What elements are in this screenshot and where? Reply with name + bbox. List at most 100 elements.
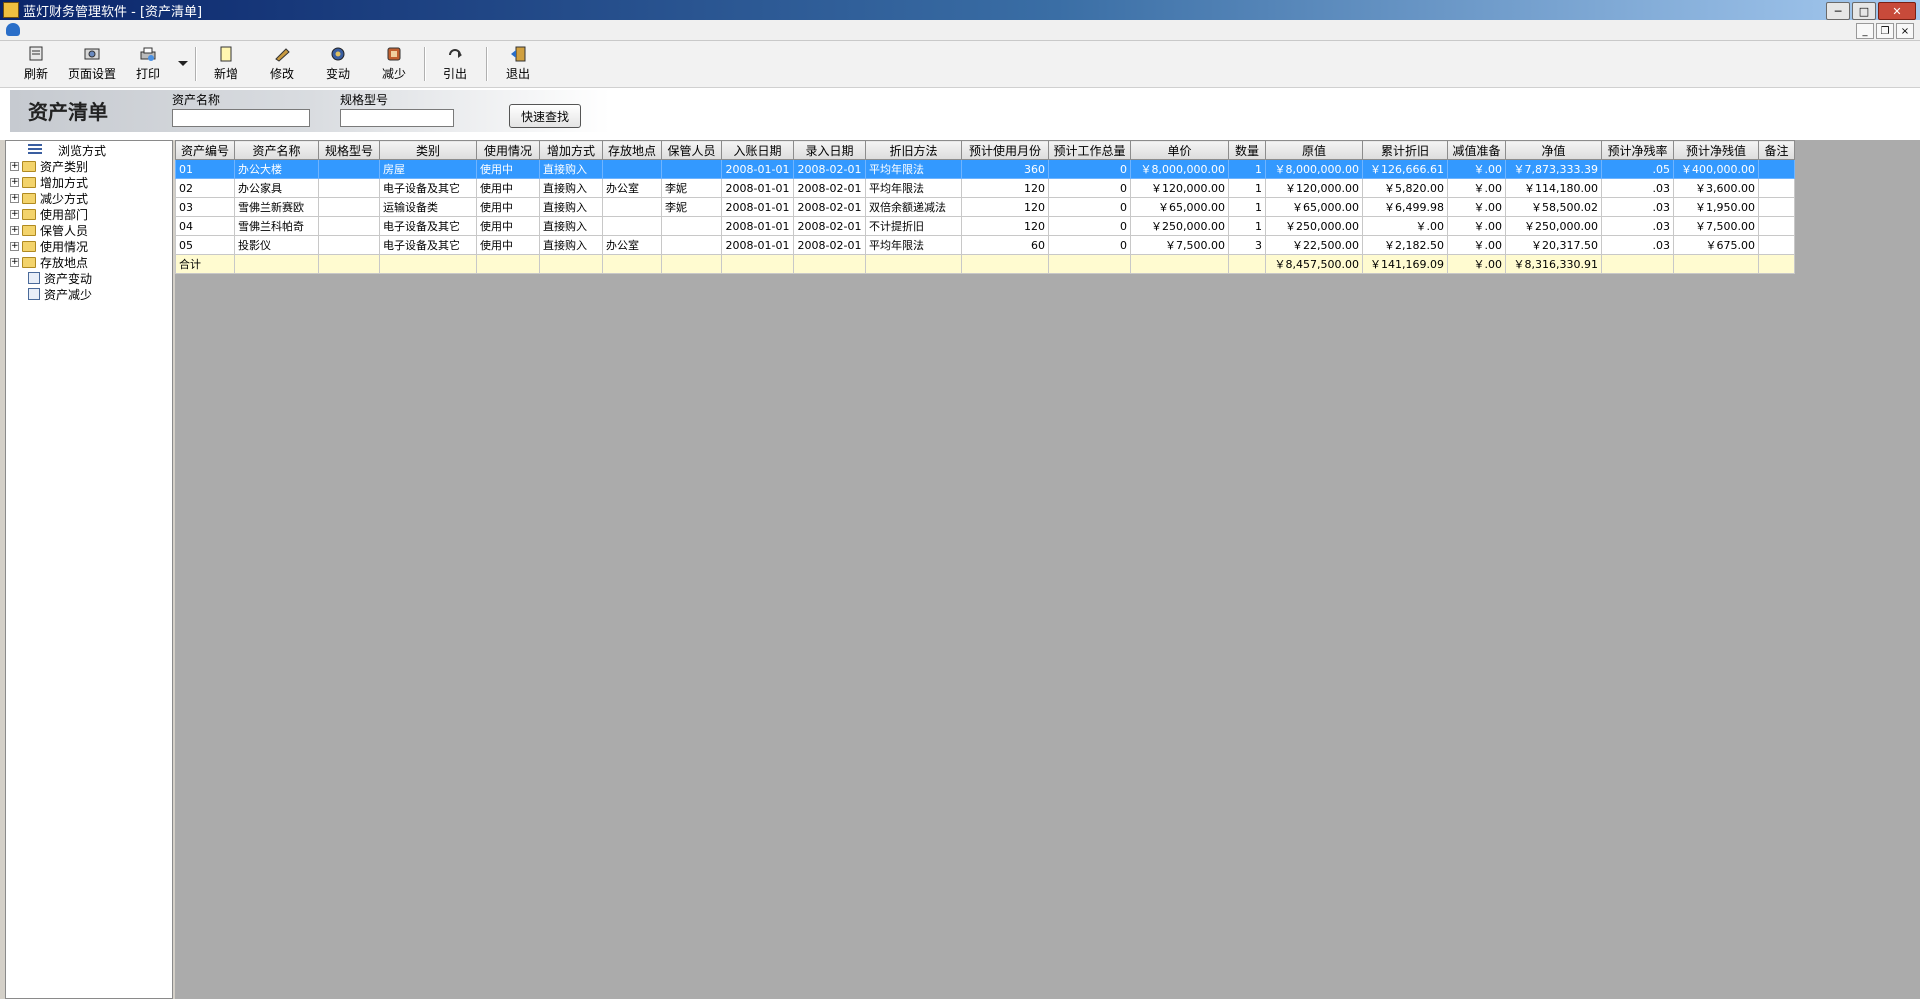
table-cell[interactable]: ￥250,000.00 xyxy=(1130,216,1229,236)
table-cell[interactable]: 办公室 xyxy=(602,235,662,255)
table-cell[interactable]: ￥7,500.00 xyxy=(1673,216,1759,236)
table-cell[interactable]: 2008-01-01 xyxy=(721,197,794,217)
table-cell[interactable]: 0 xyxy=(1048,159,1131,179)
tree-root[interactable]: 浏览方式 xyxy=(6,142,106,158)
column-header[interactable]: 减值准备 xyxy=(1447,140,1506,160)
table-cell[interactable]: ￥675.00 xyxy=(1673,235,1759,255)
table-cell[interactable]: ￥.00 xyxy=(1447,178,1506,198)
table-cell[interactable] xyxy=(602,197,662,217)
minimize-button[interactable]: ─ xyxy=(1826,2,1850,20)
column-header[interactable]: 类别 xyxy=(379,140,477,160)
table-cell[interactable]: 360 xyxy=(961,159,1049,179)
table-cell[interactable]: ￥114,180.00 xyxy=(1505,178,1602,198)
table-cell[interactable]: 直接购入 xyxy=(539,235,603,255)
expand-icon[interactable]: + xyxy=(10,177,19,187)
table-cell[interactable] xyxy=(318,197,380,217)
tree-folder-item[interactable]: + 存放地点 xyxy=(6,254,88,270)
expand-icon[interactable]: + xyxy=(10,193,19,203)
table-cell[interactable] xyxy=(1758,216,1795,236)
table-cell[interactable]: 办公大楼 xyxy=(234,159,319,179)
table-cell[interactable]: 0 xyxy=(1048,235,1131,255)
table-cell[interactable] xyxy=(318,159,380,179)
table-cell[interactable]: ￥3,600.00 xyxy=(1673,178,1759,198)
asset-name-input[interactable] xyxy=(172,109,310,127)
column-header[interactable]: 数量 xyxy=(1228,140,1266,160)
add-button[interactable]: 新增 xyxy=(198,46,254,84)
tree-folder-item[interactable]: + 使用情况 xyxy=(6,238,88,254)
column-header[interactable]: 备注 xyxy=(1758,140,1795,160)
column-header[interactable]: 入账日期 xyxy=(721,140,794,160)
table-cell[interactable]: .03 xyxy=(1601,235,1674,255)
table-cell[interactable]: ￥.00 xyxy=(1447,197,1506,217)
table-cell[interactable] xyxy=(661,235,722,255)
column-header[interactable]: 预计使用月份 xyxy=(961,140,1049,160)
expand-icon[interactable]: + xyxy=(10,241,19,251)
table-cell[interactable]: 办公室 xyxy=(602,178,662,198)
table-cell[interactable]: 120 xyxy=(961,197,1049,217)
expand-icon[interactable]: + xyxy=(10,257,19,267)
table-cell[interactable] xyxy=(318,235,380,255)
table-cell[interactable]: ￥20,317.50 xyxy=(1505,235,1602,255)
expand-icon[interactable]: + xyxy=(10,161,19,171)
table-cell[interactable] xyxy=(318,216,380,236)
table-cell[interactable]: 2008-02-01 xyxy=(793,159,866,179)
column-header[interactable]: 原值 xyxy=(1265,140,1363,160)
export-button[interactable]: 引出 xyxy=(427,46,483,84)
table-cell[interactable]: 办公家具 xyxy=(234,178,319,198)
table-cell[interactable] xyxy=(661,159,722,179)
table-cell[interactable]: ￥120,000.00 xyxy=(1130,178,1229,198)
table-cell[interactable]: 05 xyxy=(175,235,235,255)
column-header[interactable]: 资产名称 xyxy=(234,140,319,160)
table-cell[interactable]: 1 xyxy=(1228,178,1266,198)
table-cell[interactable]: 01 xyxy=(175,159,235,179)
table-cell[interactable]: .05 xyxy=(1601,159,1674,179)
table-cell[interactable]: ￥6,499.98 xyxy=(1362,197,1448,217)
table-cell[interactable]: 直接购入 xyxy=(539,197,603,217)
tree-folder-item[interactable]: + 资产类别 xyxy=(6,158,88,174)
column-header[interactable]: 净值 xyxy=(1505,140,1602,160)
table-cell[interactable]: 投影仪 xyxy=(234,235,319,255)
column-header[interactable]: 使用情况 xyxy=(476,140,540,160)
table-cell[interactable]: 平均年限法 xyxy=(865,178,962,198)
refresh-button[interactable]: 刷新 xyxy=(8,46,64,84)
table-cell[interactable]: 使用中 xyxy=(476,235,540,255)
table-cell[interactable]: .03 xyxy=(1601,178,1674,198)
table-cell[interactable]: 3 xyxy=(1228,235,1266,255)
tree-folder-item[interactable]: + 使用部门 xyxy=(6,206,88,222)
table-row[interactable]: 05 投影仪 电子设备及其它 使用中 直接购入 办公室 2008-01-01 2008-02-… xyxy=(175,235,1795,255)
table-cell[interactable]: 2008-01-01 xyxy=(721,178,794,198)
table-cell[interactable]: ￥22,500.00 xyxy=(1265,235,1363,255)
table-cell[interactable]: 2008-01-01 xyxy=(721,235,794,255)
table-cell[interactable]: 2008-02-01 xyxy=(793,216,866,236)
table-cell[interactable]: 雪佛兰科帕奇 xyxy=(234,216,319,236)
print-dropdown-arrow[interactable] xyxy=(178,61,188,66)
column-header[interactable]: 预计净残值 xyxy=(1673,140,1759,160)
column-header[interactable]: 存放地点 xyxy=(602,140,662,160)
mdi-restore-button[interactable]: ❐ xyxy=(1876,23,1894,39)
expand-icon[interactable]: + xyxy=(10,225,19,235)
table-cell[interactable]: 04 xyxy=(175,216,235,236)
table-cell[interactable]: 李妮 xyxy=(661,197,722,217)
table-cell[interactable]: 0 xyxy=(1048,197,1131,217)
table-cell[interactable] xyxy=(1758,178,1795,198)
column-header[interactable]: 预计工作总量 xyxy=(1048,140,1131,160)
table-cell[interactable]: ￥2,182.50 xyxy=(1362,235,1448,255)
table-cell[interactable]: 1 xyxy=(1228,159,1266,179)
table-cell[interactable] xyxy=(1758,197,1795,217)
table-cell[interactable]: 2008-01-01 xyxy=(721,216,794,236)
table-cell[interactable]: ￥7,500.00 xyxy=(1130,235,1229,255)
table-cell[interactable] xyxy=(661,216,722,236)
table-cell[interactable] xyxy=(602,216,662,236)
column-header[interactable]: 预计净残率 xyxy=(1601,140,1674,160)
expand-icon[interactable]: + xyxy=(10,209,19,219)
table-cell[interactable]: 2008-02-01 xyxy=(793,178,866,198)
tree-folder-item[interactable]: + 保管人员 xyxy=(6,222,88,238)
table-cell[interactable]: 房屋 xyxy=(379,159,477,179)
table-cell[interactable]: 电子设备及其它 xyxy=(379,178,477,198)
table-cell[interactable]: 2008-02-01 xyxy=(793,235,866,255)
table-cell[interactable]: 03 xyxy=(175,197,235,217)
table-cell[interactable]: 直接购入 xyxy=(539,178,603,198)
table-cell[interactable]: ￥400,000.00 xyxy=(1673,159,1759,179)
table-cell[interactable]: ￥250,000.00 xyxy=(1505,216,1602,236)
column-header[interactable]: 规格型号 xyxy=(318,140,380,160)
